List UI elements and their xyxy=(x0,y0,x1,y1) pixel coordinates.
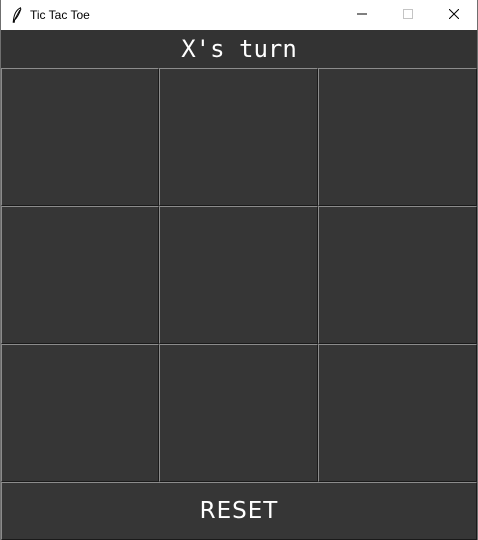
minimize-icon xyxy=(357,6,367,24)
maximize-button xyxy=(385,0,431,30)
maximize-icon xyxy=(403,6,413,24)
window-controls xyxy=(339,0,477,30)
title-bar[interactable]: Tic Tac Toe xyxy=(1,0,477,30)
board-cell-1-1[interactable] xyxy=(159,206,318,344)
board-cell-1-2[interactable] xyxy=(318,206,477,344)
game-board xyxy=(1,68,477,482)
close-button[interactable] xyxy=(431,0,477,30)
app-window: Tic Tac Toe X's turn RESET xyxy=(0,0,478,540)
feather-icon xyxy=(10,7,24,23)
close-icon xyxy=(448,6,460,24)
reset-button[interactable]: RESET xyxy=(1,482,477,540)
turn-status: X's turn xyxy=(1,30,477,68)
board-cell-0-0[interactable] xyxy=(1,68,159,206)
window-title: Tic Tac Toe xyxy=(30,8,90,22)
board-cell-2-1[interactable] xyxy=(159,344,318,482)
board-cell-1-0[interactable] xyxy=(1,206,159,344)
minimize-button[interactable] xyxy=(339,0,385,30)
board-cell-0-1[interactable] xyxy=(159,68,318,206)
board-cell-2-2[interactable] xyxy=(318,344,477,482)
board-cell-2-0[interactable] xyxy=(1,344,159,482)
board-cell-0-2[interactable] xyxy=(318,68,477,206)
